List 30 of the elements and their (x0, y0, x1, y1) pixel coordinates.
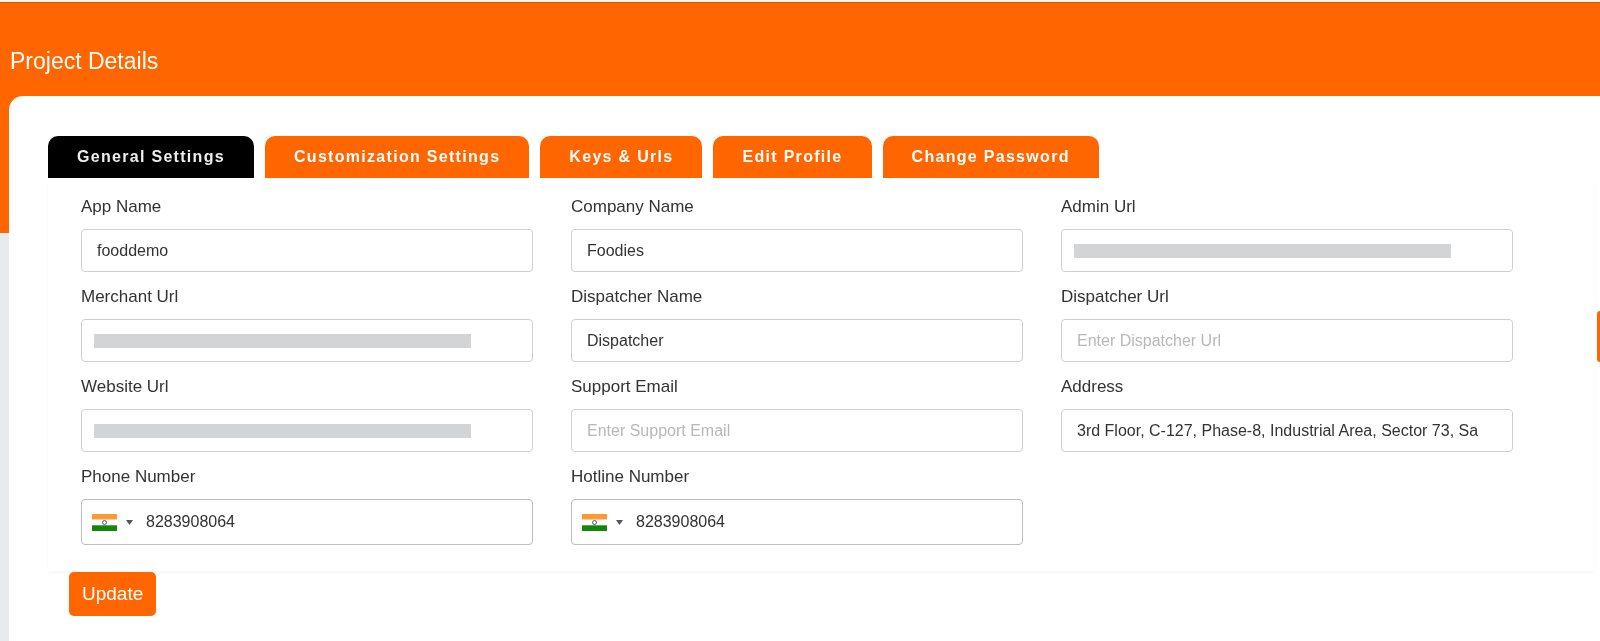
field-label: Merchant Url (81, 287, 179, 307)
input-field[interactable]: fooddemo (81, 229, 533, 272)
input-field[interactable]: Enter Support Email (571, 409, 1023, 452)
tab[interactable]: General Settings (48, 136, 254, 178)
flag-icon[interactable] (582, 513, 607, 531)
page-title: Project Details (10, 47, 159, 75)
input-field[interactable] (1061, 229, 1513, 272)
field-label: Address (1061, 377, 1124, 397)
input-field[interactable]: Enter Dispatcher Url (1061, 319, 1513, 362)
caret-icon[interactable] (616, 519, 623, 525)
caret-icon[interactable] (126, 519, 133, 525)
input-field[interactable]: Foodies (571, 229, 1023, 272)
field-label: Hotline Number (571, 467, 690, 487)
input-field[interactable] (81, 319, 533, 362)
input-field[interactable] (81, 409, 533, 452)
flag-icon[interactable] (92, 513, 117, 531)
input-field[interactable]: Dispatcher (571, 319, 1023, 362)
field-label: Dispatcher Name (571, 287, 703, 307)
field-label: Support Email (571, 377, 678, 397)
field-label: Website Url (81, 377, 169, 397)
phone-number-input[interactable]: 8283908064 (146, 513, 256, 531)
phone-field[interactable]: 8283908064 (81, 499, 533, 545)
phone-field[interactable]: 8283908064 (571, 499, 1023, 545)
field-label: Dispatcher Url (1061, 287, 1169, 307)
field-label: Phone Number (81, 467, 196, 487)
field-label: App Name (81, 197, 162, 217)
phone-number-input[interactable]: 8283908064 (636, 513, 746, 531)
field-label: Company Name (571, 197, 694, 217)
field-label: Admin Url (1061, 197, 1136, 217)
input-field[interactable]: 3rd Floor, C-127, Phase-8, Industrial Area, Sector 73, Sa (1061, 409, 1513, 452)
